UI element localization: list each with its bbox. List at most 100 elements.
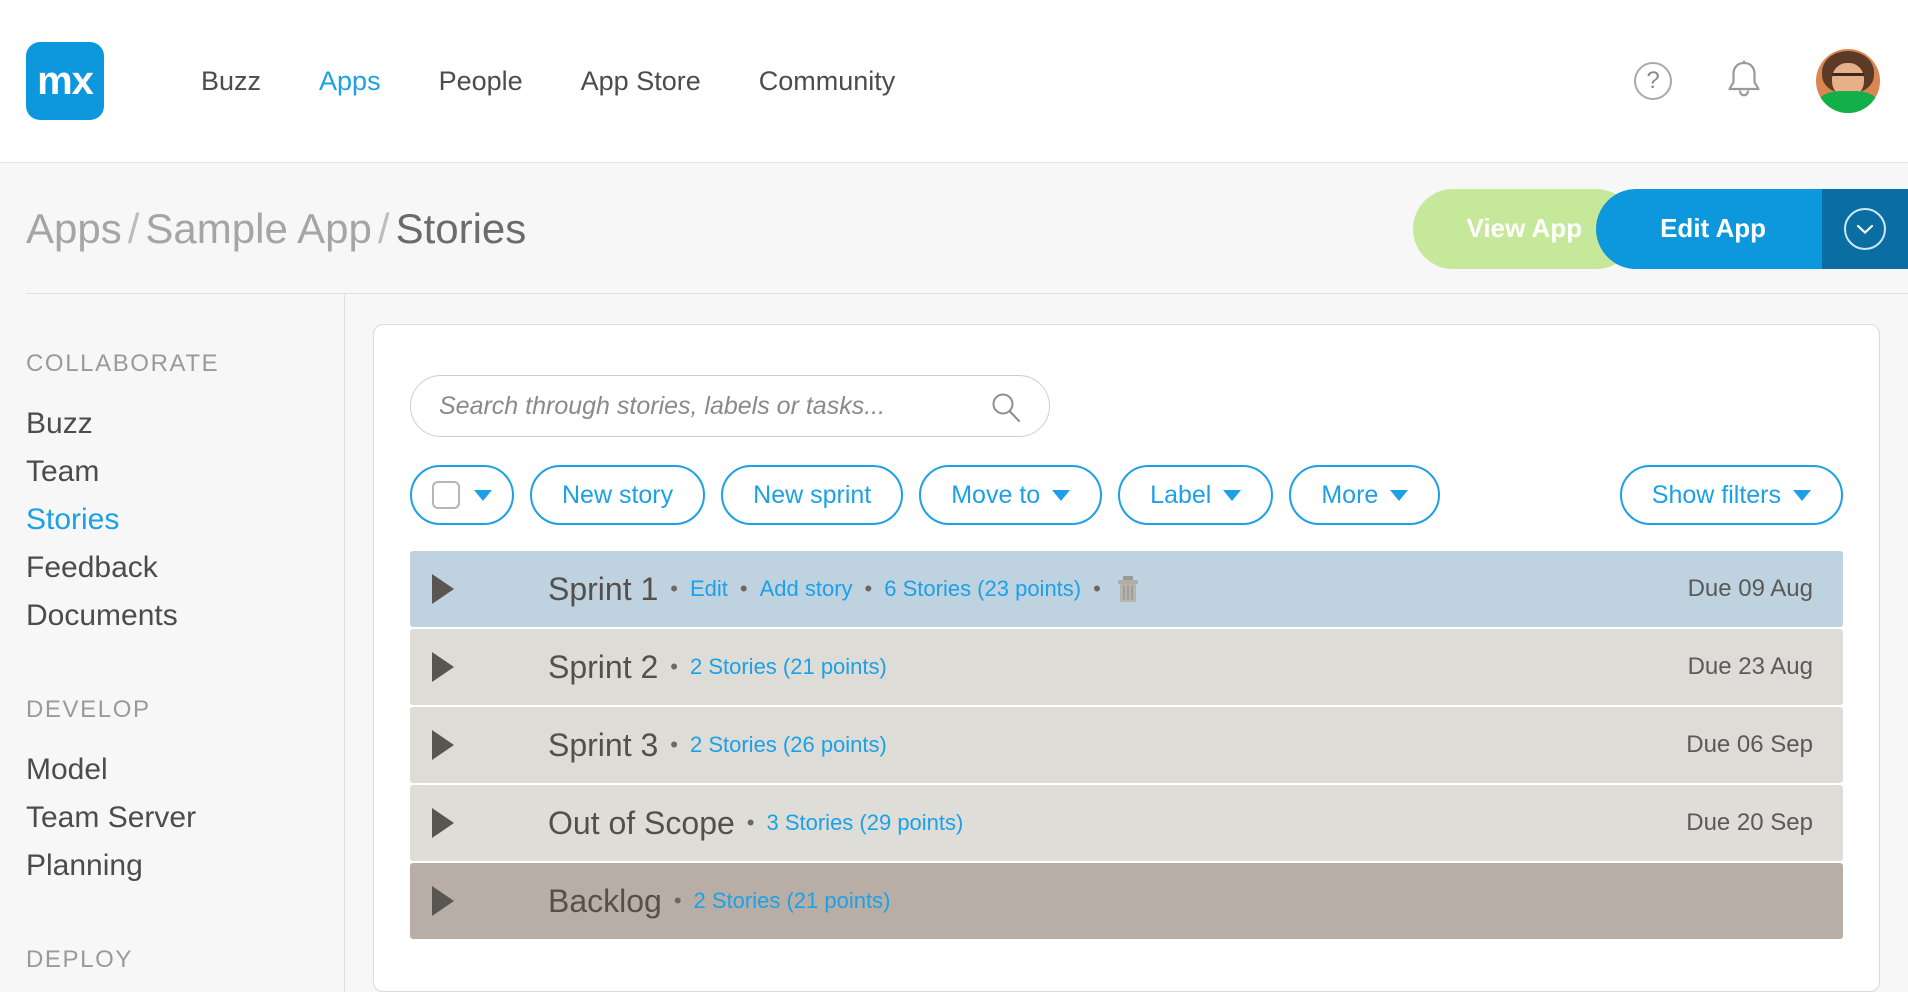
new-sprint-button[interactable]: New sprint xyxy=(721,465,904,525)
move-to-label: Move to xyxy=(951,480,1041,509)
table-row[interactable]: Out of Scope • 3 Stories (29 points) Due… xyxy=(410,785,1843,861)
chevron-down-icon xyxy=(1223,489,1242,501)
show-filters-label: Show filters xyxy=(1651,480,1781,509)
delete-icon[interactable] xyxy=(1115,574,1141,604)
nav-link-apps[interactable]: Apps xyxy=(290,66,410,97)
chevron-down-icon xyxy=(1793,489,1811,501)
logo-text: mx xyxy=(37,59,94,103)
sidebar-heading-collaborate: COLLABORATE xyxy=(26,350,220,377)
select-all-dropdown[interactable] xyxy=(410,465,514,525)
chevron-down-icon xyxy=(1052,489,1071,501)
sidebar-item-stories[interactable]: Stories xyxy=(26,496,344,544)
breadcrumb-current-stories: Stories xyxy=(395,204,527,252)
sidebar-item-team-server[interactable]: Team Server xyxy=(26,794,344,842)
top-navigation-bar: mx Buzz Apps People App Store Community … xyxy=(0,0,1908,163)
avatar-glasses xyxy=(1832,73,1864,82)
help-icon[interactable]: ? xyxy=(1634,62,1672,100)
separator-dot: • xyxy=(746,810,755,835)
breadcrumb-separator-2: / xyxy=(377,204,390,252)
move-to-dropdown[interactable]: Move to xyxy=(919,465,1103,525)
story-count-link[interactable]: 6 Stories (23 points) xyxy=(884,576,1081,602)
breadcrumb-bar: Apps / Sample App / Stories View App Edit Ap… xyxy=(0,163,1908,294)
due-date: Due 09 Aug xyxy=(1687,575,1813,602)
table-row[interactable]: Sprint 2 • 2 Stories (21 points) Due 23 … xyxy=(410,629,1843,705)
expand-arrow-icon[interactable] xyxy=(432,886,454,916)
expand-arrow-icon[interactable] xyxy=(432,730,454,760)
breadcrumb-divider xyxy=(26,293,1908,294)
sprint-title: Sprint 3 xyxy=(548,726,659,763)
more-dropdown[interactable]: More xyxy=(1289,465,1441,525)
breadcrumb-actions: View App Edit App xyxy=(1412,188,1908,269)
breadcrumb: Apps / Sample App / Stories xyxy=(26,205,526,253)
sprint-title: Sprint 1 xyxy=(548,570,659,607)
chevron-down-icon xyxy=(1390,489,1409,501)
table-row[interactable]: Backlog • 2 Stories (21 points) xyxy=(410,863,1843,939)
sidebar-item-buzz[interactable]: Buzz xyxy=(26,400,344,448)
more-label: More xyxy=(1321,480,1379,509)
label-label: Label xyxy=(1150,480,1212,509)
sprint-title: Out of Scope xyxy=(548,804,735,841)
table-row[interactable]: Sprint 3 • 2 Stories (26 points) Due 06 … xyxy=(410,707,1843,783)
breadcrumb-sample-app[interactable]: Sample App xyxy=(145,205,372,252)
story-count-link[interactable]: 2 Stories (21 points) xyxy=(694,888,891,914)
sidebar-item-feedback[interactable]: Feedback xyxy=(26,544,344,592)
content-area: New story New sprint Move to Label More … xyxy=(345,294,1908,992)
avatar[interactable] xyxy=(1816,49,1880,113)
separator-dot: • xyxy=(864,576,873,601)
select-all-checkbox[interactable] xyxy=(432,481,460,509)
separator-dot: • xyxy=(670,732,678,757)
notification-bell-icon[interactable] xyxy=(1724,58,1764,105)
story-count-link[interactable]: 2 Stories (26 points) xyxy=(690,732,887,758)
stories-toolbar: New story New sprint Move to Label More … xyxy=(410,465,1843,525)
due-date: Due 06 Sep xyxy=(1686,731,1813,758)
sidebar-heading-deploy: DEPLOY xyxy=(26,946,133,973)
due-date: Due 20 Sep xyxy=(1686,809,1813,836)
nav-link-app-store[interactable]: App Store xyxy=(552,66,730,97)
expand-arrow-icon[interactable] xyxy=(432,808,454,838)
chevron-down-circle-icon xyxy=(1844,207,1886,250)
sprint-list: Sprint 1 • Edit • Add story • 6 Stories … xyxy=(410,551,1843,939)
separator-dot: • xyxy=(673,888,682,913)
nav-right-controls: ? xyxy=(1634,49,1880,113)
add-story-link[interactable]: Add story xyxy=(760,576,853,602)
nav-link-buzz[interactable]: Buzz xyxy=(172,66,290,97)
story-count-link[interactable]: 3 Stories (29 points) xyxy=(766,810,963,836)
new-story-button[interactable]: New story xyxy=(530,465,706,525)
mendix-logo[interactable]: mx xyxy=(26,42,104,120)
primary-nav-links: Buzz Apps People App Store Community xyxy=(172,66,924,97)
breadcrumb-separator-1: / xyxy=(127,204,140,252)
sprint-title: Sprint 2 xyxy=(548,648,659,685)
sprint-title: Backlog xyxy=(548,882,662,919)
chevron-down-icon xyxy=(474,489,492,501)
edit-app-dropdown-button[interactable] xyxy=(1822,188,1908,269)
stories-card: New story New sprint Move to Label More … xyxy=(373,324,1880,992)
separator-dot: • xyxy=(670,654,678,679)
due-date: Due 23 Aug xyxy=(1687,653,1813,680)
sidebar-heading-develop: DEVELOP xyxy=(26,696,151,723)
edit-link[interactable]: Edit xyxy=(690,576,728,602)
edit-app-button-group: Edit App xyxy=(1596,188,1908,269)
sidebar-item-planning[interactable]: Planning xyxy=(26,842,344,890)
table-row[interactable]: Sprint 1 • Edit • Add story • 6 Stories … xyxy=(410,551,1843,627)
page-body: COLLABORATE Buzz Team Stories Feedback D… xyxy=(0,294,1908,992)
search-icon[interactable] xyxy=(989,391,1023,430)
sidebar-item-documents[interactable]: Documents xyxy=(26,592,344,640)
edit-app-button[interactable]: Edit App xyxy=(1596,188,1822,269)
show-filters-dropdown[interactable]: Show filters xyxy=(1619,465,1843,525)
sidebar-item-team[interactable]: Team xyxy=(26,448,344,496)
story-count-link[interactable]: 2 Stories (21 points) xyxy=(690,654,887,680)
search-box[interactable] xyxy=(410,375,1050,437)
nav-link-community[interactable]: Community xyxy=(730,66,925,97)
search-input[interactable] xyxy=(439,391,1021,421)
label-dropdown[interactable]: Label xyxy=(1118,465,1274,525)
expand-arrow-icon[interactable] xyxy=(432,652,454,682)
expand-arrow-icon[interactable] xyxy=(432,574,454,604)
nav-link-people[interactable]: People xyxy=(410,66,552,97)
separator-dot: • xyxy=(1093,576,1101,601)
breadcrumb-apps[interactable]: Apps xyxy=(26,205,122,252)
separator-dot: • xyxy=(739,576,748,601)
sidebar-item-model[interactable]: Model xyxy=(26,746,344,794)
avatar-shirt xyxy=(1820,91,1876,113)
separator-dot: • xyxy=(670,576,678,601)
sidebar: COLLABORATE Buzz Team Stories Feedback D… xyxy=(0,294,345,992)
